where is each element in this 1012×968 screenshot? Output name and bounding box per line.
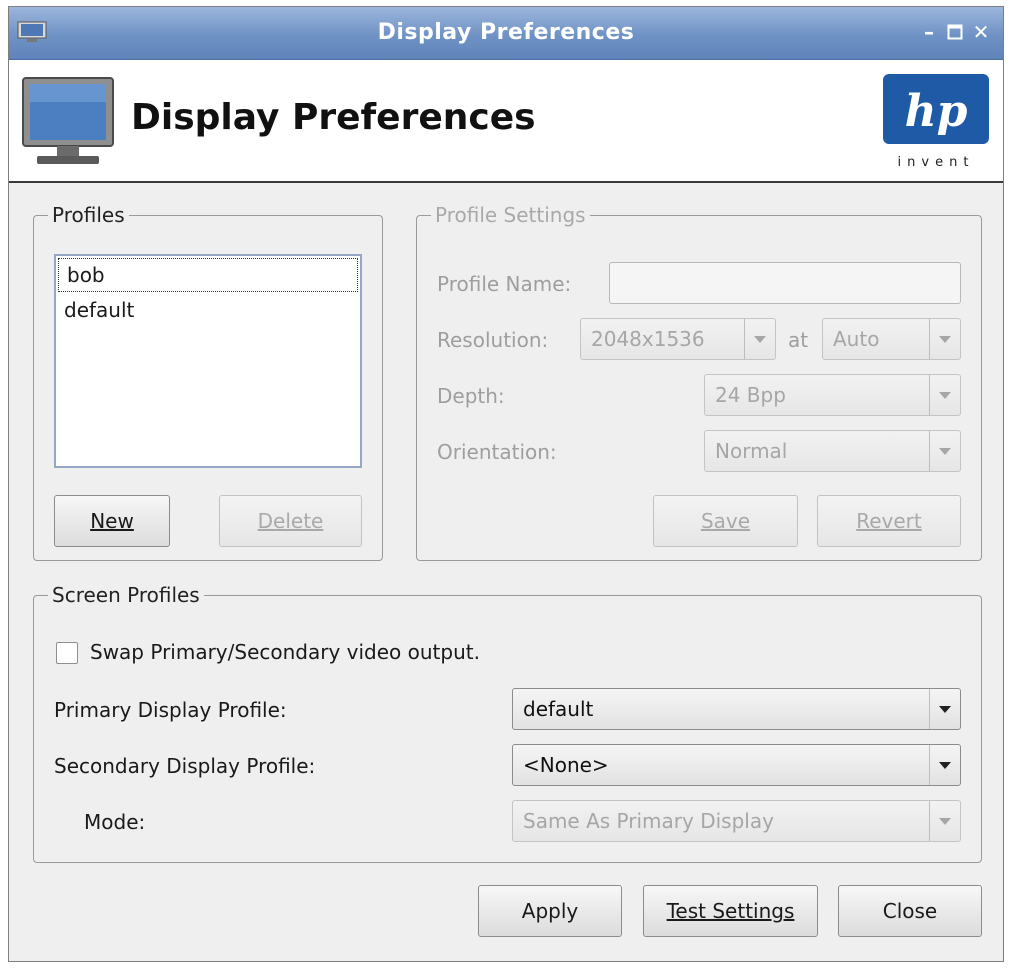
swap-outputs-checkbox[interactable] xyxy=(56,642,78,664)
orientation-label: Orientation: xyxy=(437,440,557,464)
maximize-icon[interactable] xyxy=(943,20,967,44)
display-monitor-icon xyxy=(22,77,114,164)
mode-select[interactable]: Same As Primary Display xyxy=(512,800,961,842)
hp-logo: hp invent xyxy=(883,74,989,170)
depth-select[interactable]: 24 Bpp xyxy=(704,374,961,416)
profiles-group: Profiles bob default New Delete xyxy=(33,203,383,561)
profile-settings-legend: Profile Settings xyxy=(431,203,590,227)
close-button[interactable]: Close xyxy=(838,885,982,937)
profile-settings-group: Profile Settings Profile Name: Resolutio… xyxy=(416,203,982,561)
screen-profiles-group: Screen Profiles Swap Primary/Secondary v… xyxy=(33,583,982,863)
profile-name-label: Profile Name: xyxy=(437,272,572,296)
new-profile-button[interactable]: New xyxy=(54,495,170,547)
apply-button[interactable]: Apply xyxy=(478,885,622,937)
window-title: Display Preferences xyxy=(377,20,635,45)
list-item[interactable]: bob xyxy=(58,258,358,292)
chevron-down-icon xyxy=(929,801,960,841)
svg-text:invent: invent xyxy=(898,155,975,170)
svg-text:hp: hp xyxy=(905,86,968,137)
profiles-legend: Profiles xyxy=(48,203,129,227)
at-label: at xyxy=(788,328,809,352)
swap-outputs-label[interactable]: Swap Primary/Secondary video output. xyxy=(90,640,480,664)
mode-value: Same As Primary Display xyxy=(523,809,774,833)
revert-button[interactable]: Revert xyxy=(817,495,961,547)
minimize-icon[interactable]: – xyxy=(917,20,941,44)
page-title: Display Preferences xyxy=(131,97,536,138)
profile-name-input[interactable] xyxy=(609,262,961,304)
refresh-rate-select[interactable]: Auto xyxy=(822,318,961,360)
delete-profile-button[interactable]: Delete xyxy=(219,495,362,547)
profiles-list[interactable]: bob default xyxy=(54,254,362,468)
chevron-down-icon xyxy=(744,319,775,359)
refresh-rate-value: Auto xyxy=(833,327,880,351)
close-window-icon[interactable]: ✕ xyxy=(969,20,993,44)
secondary-profile-label: Secondary Display Profile: xyxy=(54,754,316,778)
header-banner: Display Preferences hp invent xyxy=(9,60,1003,183)
mode-label: Mode: xyxy=(84,810,146,834)
primary-profile-select[interactable]: default xyxy=(512,688,961,730)
chevron-down-icon xyxy=(929,689,960,729)
secondary-profile-value: <None> xyxy=(523,753,609,777)
title-bar[interactable]: Display Preferences – ✕ xyxy=(9,7,1003,60)
depth-label: Depth: xyxy=(437,384,505,408)
test-settings-button[interactable]: Test Settings xyxy=(643,885,818,937)
resolution-select[interactable]: 2048x1536 xyxy=(580,318,776,360)
resolution-value: 2048x1536 xyxy=(591,327,705,351)
chevron-down-icon xyxy=(929,745,960,785)
orientation-value: Normal xyxy=(715,439,788,463)
display-preferences-window: Display Preferences – ✕ Display Preferen… xyxy=(8,6,1004,962)
list-item[interactable]: default xyxy=(56,294,360,328)
resolution-label: Resolution: xyxy=(437,328,549,352)
primary-profile-value: default xyxy=(523,697,594,721)
depth-value: 24 Bpp xyxy=(715,383,786,407)
primary-profile-label: Primary Display Profile: xyxy=(54,698,287,722)
secondary-profile-select[interactable]: <None> xyxy=(512,744,961,786)
screen-profiles-legend: Screen Profiles xyxy=(48,583,204,607)
chevron-down-icon xyxy=(929,319,960,359)
orientation-select[interactable]: Normal xyxy=(704,430,961,472)
chevron-down-icon xyxy=(929,431,960,471)
chevron-down-icon xyxy=(929,375,960,415)
save-button[interactable]: Save xyxy=(653,495,798,547)
